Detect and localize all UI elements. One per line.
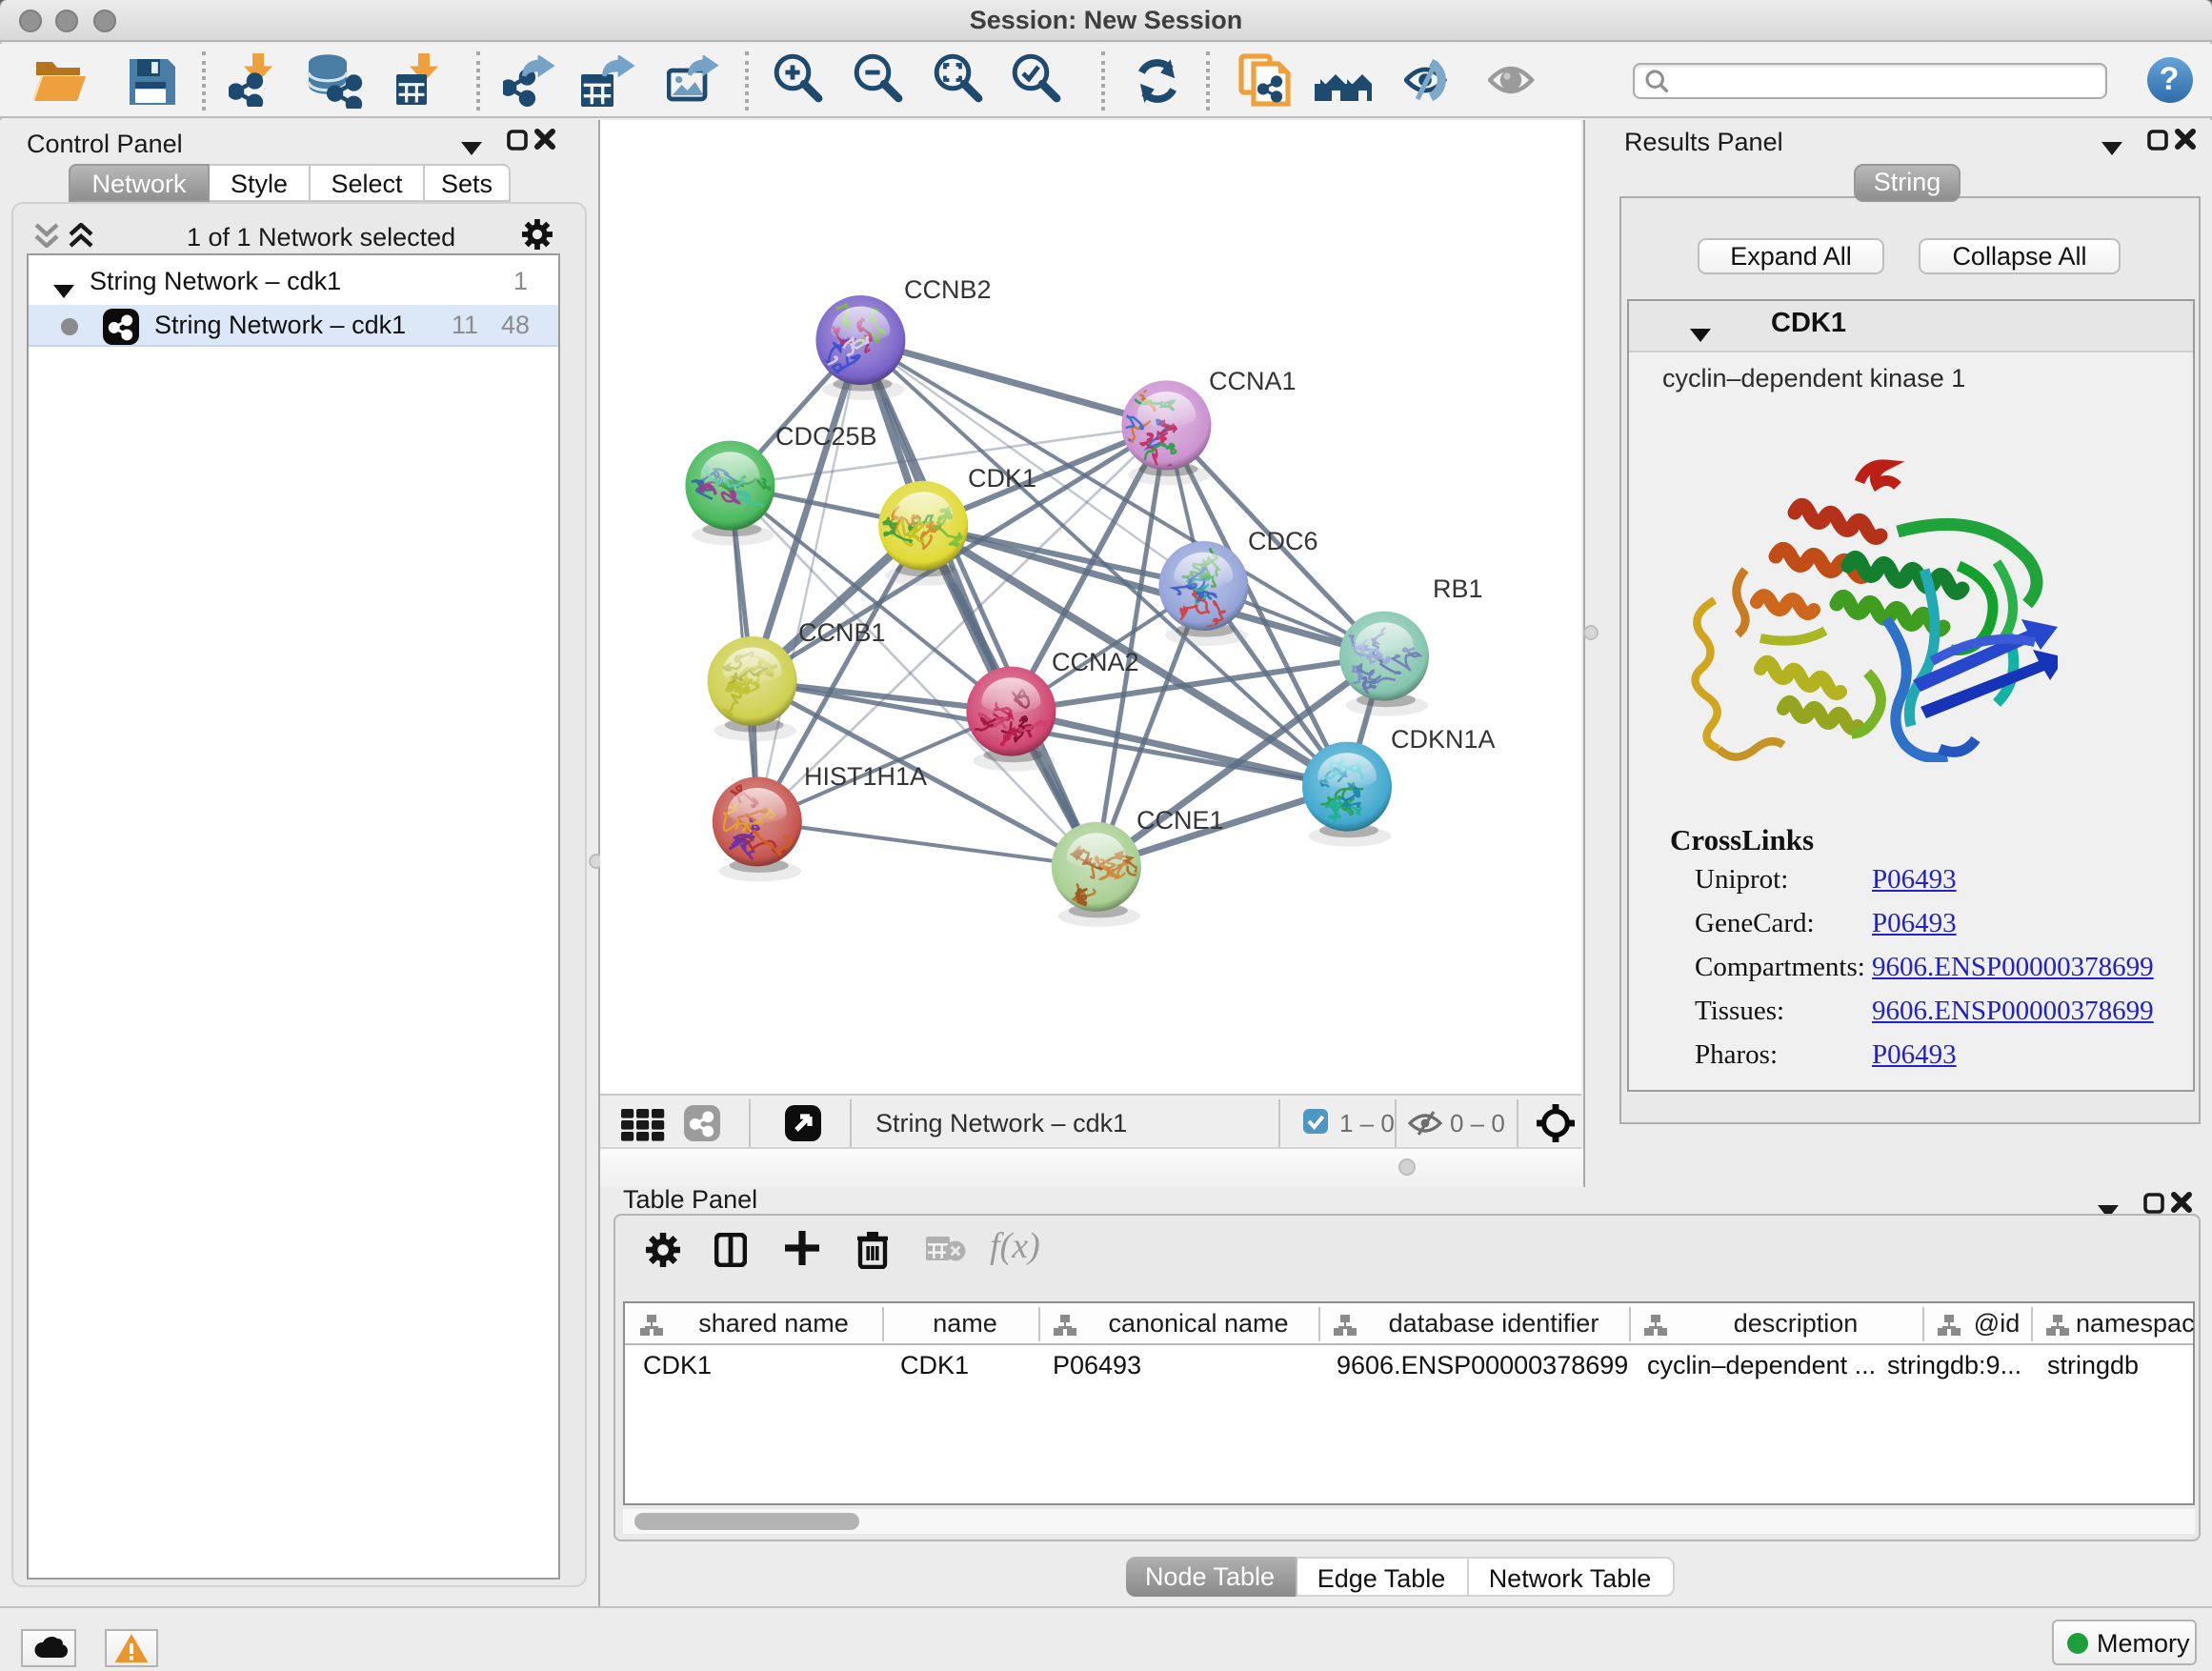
svg-text:CDC6: CDC6 xyxy=(1248,526,1318,554)
svg-text:CCNE1: CCNE1 xyxy=(1136,805,1224,834)
svg-text:CDKN1A: CDKN1A xyxy=(1391,724,1496,753)
svg-text:CDK1: CDK1 xyxy=(968,463,1036,492)
svg-text:CCNB1: CCNB1 xyxy=(798,617,886,646)
svg-text:HIST1H1A: HIST1H1A xyxy=(804,761,927,790)
svg-text:CCNB2: CCNB2 xyxy=(904,274,992,303)
svg-text:RB1: RB1 xyxy=(1433,574,1483,602)
svg-text:CCNA2: CCNA2 xyxy=(1052,647,1139,675)
svg-text:CCNA1: CCNA1 xyxy=(1209,366,1297,394)
svg-text:CDC25B: CDC25B xyxy=(775,421,877,450)
